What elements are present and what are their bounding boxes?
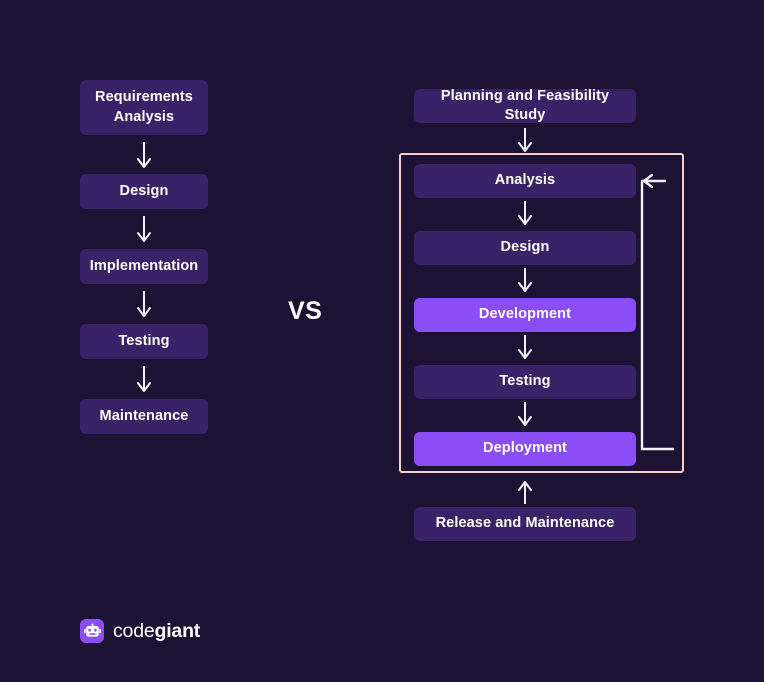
iterative-step-deployment[interactable]: Deployment — [414, 432, 636, 466]
waterfall-step-maintenance[interactable]: Maintenance — [80, 399, 208, 434]
down-arrow — [511, 200, 539, 228]
iterative-entry-planning-and-feasibility-study[interactable]: Planning and Feasibility Study — [414, 87, 636, 123]
down-arrow — [511, 127, 539, 155]
iterative-step-label: Design — [500, 239, 550, 256]
waterfall-step-implementation[interactable]: Implementation — [80, 249, 208, 284]
waterfall-step-label: Testing — [118, 332, 170, 349]
iterative-step-testing[interactable]: Testing — [414, 365, 636, 399]
iterative-step-design[interactable]: Design — [414, 231, 636, 265]
down-arrow — [130, 214, 158, 246]
iterative-step-label: Development — [478, 306, 572, 323]
iterative-entry-label: Planning and Feasibility Study — [440, 87, 610, 123]
down-arrow — [511, 334, 539, 362]
down-arrow — [511, 401, 539, 429]
down-arrow — [511, 267, 539, 295]
waterfall-step-label: Design — [119, 182, 169, 199]
iterative-step-label: Analysis — [494, 172, 556, 189]
up-arrow — [511, 478, 539, 506]
down-arrow — [130, 289, 158, 321]
iterative-step-analysis[interactable]: Analysis — [414, 164, 636, 198]
codegiant-logo[interactable]: codegiant — [80, 619, 200, 643]
iterative-step-development[interactable]: Development — [414, 298, 636, 332]
waterfall-step-design[interactable]: Design — [80, 174, 208, 209]
waterfall-step-label: Implementation — [89, 257, 199, 274]
down-arrow — [130, 140, 158, 172]
robot-icon — [80, 619, 104, 643]
waterfall-step-testing[interactable]: Testing — [80, 324, 208, 359]
logo-word-code: code — [113, 619, 155, 642]
vs-separator-label: VS — [288, 297, 323, 325]
iterative-step-label: Testing — [499, 373, 551, 390]
waterfall-step-label: Requirements Analysis — [95, 89, 193, 125]
waterfall-step-label: Maintenance — [99, 407, 189, 424]
iterative-exit-label: Release and Maintenance — [435, 515, 615, 532]
iterative-exit-release-and-maintenance[interactable]: Release and Maintenance — [414, 507, 636, 541]
logo-word-giant: giant — [154, 619, 201, 642]
waterfall-step-requirements-analysis[interactable]: Requirements Analysis — [80, 80, 208, 135]
iterative-step-label: Deployment — [483, 440, 567, 457]
logo-wordmark: codegiant — [113, 620, 200, 643]
diagram-canvas: Requirements Analysis Design Implementati… — [0, 0, 764, 682]
down-arrow — [130, 364, 158, 396]
